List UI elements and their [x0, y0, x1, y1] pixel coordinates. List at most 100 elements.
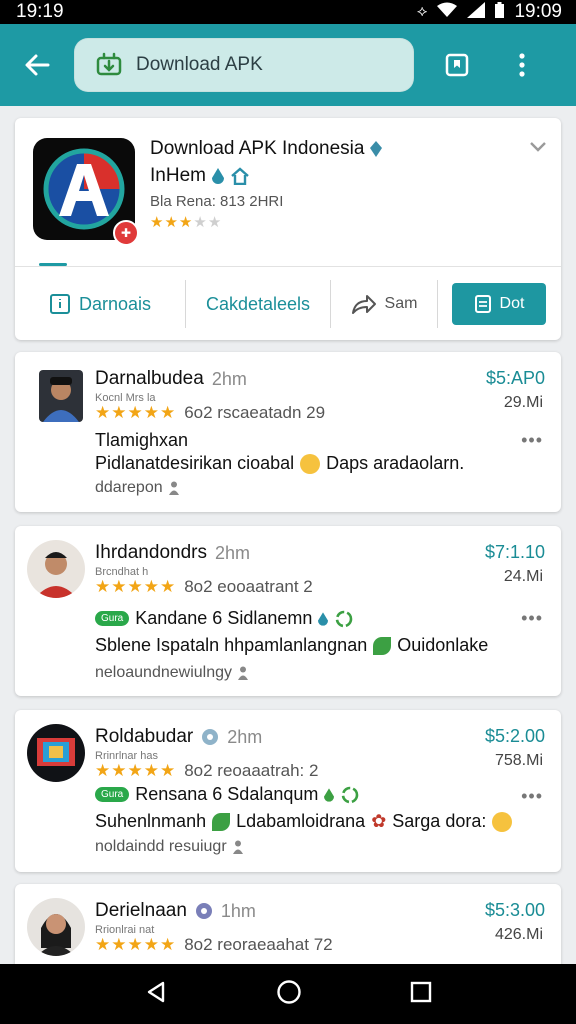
recycle-icon	[342, 786, 359, 803]
nav-recents-button[interactable]	[410, 981, 432, 1008]
system-nav-bar	[0, 964, 576, 1024]
more-options-button[interactable]: •••	[521, 786, 543, 807]
tag-badge: Gura	[95, 611, 130, 626]
review-stars: ★★★★★ 8o2 eooaatrant 2	[95, 577, 313, 597]
nav-home-button[interactable]	[276, 979, 302, 1010]
app-subtitle-text: InHem	[150, 165, 206, 186]
review-time: 2hm	[227, 726, 263, 747]
verified-badge-icon	[202, 729, 219, 745]
battery-icon	[495, 2, 505, 22]
more-options-button[interactable]: •••	[521, 430, 543, 451]
review-stars: ★★★★★ 8o2 reoraeaahat 72	[95, 935, 333, 955]
status-time-right: 19:09	[514, 1, 562, 22]
download-label: Dot	[499, 295, 525, 312]
smile-emoji-icon	[300, 453, 321, 474]
expand-button[interactable]	[529, 140, 547, 158]
changelog-label: Cakdetaleels	[205, 293, 311, 314]
review-body-tail: Sarga dora:	[392, 811, 487, 831]
file-size: 24.Mi	[503, 568, 543, 585]
avatar	[27, 898, 85, 956]
overflow-menu-button[interactable]	[494, 24, 550, 106]
app-title-text: Download APK Indonesia	[150, 138, 365, 159]
chevron-down-icon	[530, 142, 546, 152]
app-subtitle: InHem	[150, 165, 250, 187]
reviewer-name[interactable]: Darnalbudea 2hm	[95, 368, 247, 390]
divider	[15, 266, 561, 267]
review-time: 1hm	[220, 900, 256, 921]
review-time: 2hm	[211, 368, 247, 389]
document-icon	[474, 295, 491, 313]
recycle-icon	[336, 610, 353, 627]
leaf-icon	[373, 636, 392, 655]
nav-back-button[interactable]	[144, 980, 168, 1009]
changelog-button[interactable]: Cakdetaleels	[186, 268, 330, 340]
price: $7:1.10	[484, 542, 545, 562]
reviewer-name[interactable]: Ihrdandondrs 2hm	[95, 542, 250, 564]
review-body-text: Suhenlnmanh	[95, 811, 207, 831]
review-body-mid: Ldabamloidrana	[236, 811, 366, 831]
review-card[interactable]: Darnalbudea 2hm Kocnl Mrs la ★★★★★ 6o2 r…	[15, 352, 561, 512]
logo-badge: ✚	[113, 220, 139, 246]
review-stat: 8o2 eooaatrant 2	[184, 577, 313, 596]
review-title-text: Rensana 6 Sdalanqum	[135, 784, 319, 804]
share-label: Sam	[384, 295, 418, 312]
review-body-text: Pidlanatdesirikan cioabal	[95, 453, 295, 473]
price: $5:AP0	[485, 368, 545, 388]
review-card[interactable]: Ihrdandondrs 2hm Brcndhat h ★★★★★ 8o2 eo…	[15, 526, 561, 696]
review-stat: 8o2 reoraeaahat 72	[184, 935, 333, 954]
details-button[interactable]: Darnoais	[15, 268, 185, 340]
drop-icon	[318, 611, 329, 626]
reviewer-name-text: Darnalbudea	[95, 368, 204, 389]
review-title: Gura Kandane 6 Sidlanemn	[95, 608, 354, 629]
file-size: 29.Mi	[503, 394, 543, 411]
star-rating-icon: ★★★★★	[95, 761, 177, 780]
star-icon: ★	[164, 214, 179, 231]
app-rating-stars: ★★★★★	[150, 213, 222, 231]
review-body-tail: Ouidonlake	[397, 635, 489, 655]
review-stat: 6o2 rscaeatadn 29	[184, 403, 326, 422]
app-meta: Bla Rena: 813 2HRI	[150, 193, 284, 210]
back-arrow-icon	[25, 54, 50, 76]
avatar	[27, 724, 85, 782]
drop-icon	[211, 168, 224, 184]
avatar	[39, 370, 83, 422]
more-options-button[interactable]: •••	[521, 608, 543, 629]
reviewer-name[interactable]: Derielnaan 1hm	[95, 900, 256, 922]
person-icon	[238, 666, 248, 680]
status-time-left: 19:19	[16, 1, 64, 22]
review-footer-text: neloaundnewiulngy	[95, 664, 232, 681]
search-text: Download APK	[136, 54, 263, 75]
verified-badge-icon	[195, 903, 212, 919]
info-icon	[49, 294, 70, 314]
bookmark-button[interactable]	[420, 24, 494, 106]
reviewer-name-text: Ihrdandondrs	[95, 542, 207, 563]
review-stat: 8o2 reoaaatrah: 2	[184, 761, 319, 780]
reviewer-name-text: Derielnaan	[95, 900, 187, 921]
review-body: Sblene Ispataln hhpamlanlangnan Ouidonla…	[95, 635, 488, 656]
app-logo[interactable]: ✚	[33, 138, 139, 246]
back-button[interactable]	[0, 24, 74, 106]
price: $5:2.00	[484, 726, 545, 746]
review-card[interactable]: Roldabudar 2hm Rrinrlnar has ★★★★★ 8o2 r…	[15, 710, 561, 872]
apk-download-icon	[96, 52, 122, 76]
review-footer: noldaindd resuiugr	[95, 838, 243, 856]
star-empty-icon: ★	[207, 214, 223, 231]
download-button[interactable]: Dot	[452, 283, 546, 325]
app-title: Download APK Indonesia	[150, 138, 383, 160]
star-rating-icon: ★★★★★	[95, 935, 177, 954]
divider	[437, 280, 438, 328]
verified-icon	[370, 141, 383, 157]
search-bar[interactable]: Download APK	[74, 38, 414, 92]
review-footer: ddarepon	[95, 479, 179, 497]
star-icon: ★	[150, 214, 165, 231]
wifi-icon	[437, 2, 458, 22]
drop-icon	[324, 787, 335, 802]
reviewer-name[interactable]: Roldabudar 2hm	[95, 726, 262, 748]
review-footer-text: noldaindd resuiugr	[95, 838, 227, 855]
review-body: Pidlanatdesirikan cioabal Daps aradaolar…	[95, 453, 464, 474]
home-circle-icon	[277, 979, 301, 1004]
share-button[interactable]: Sam	[331, 268, 437, 340]
review-body-tail: Daps aradaolarn.	[326, 453, 465, 473]
star-half-icon: ★	[178, 214, 194, 231]
recents-square-icon	[410, 981, 432, 1002]
